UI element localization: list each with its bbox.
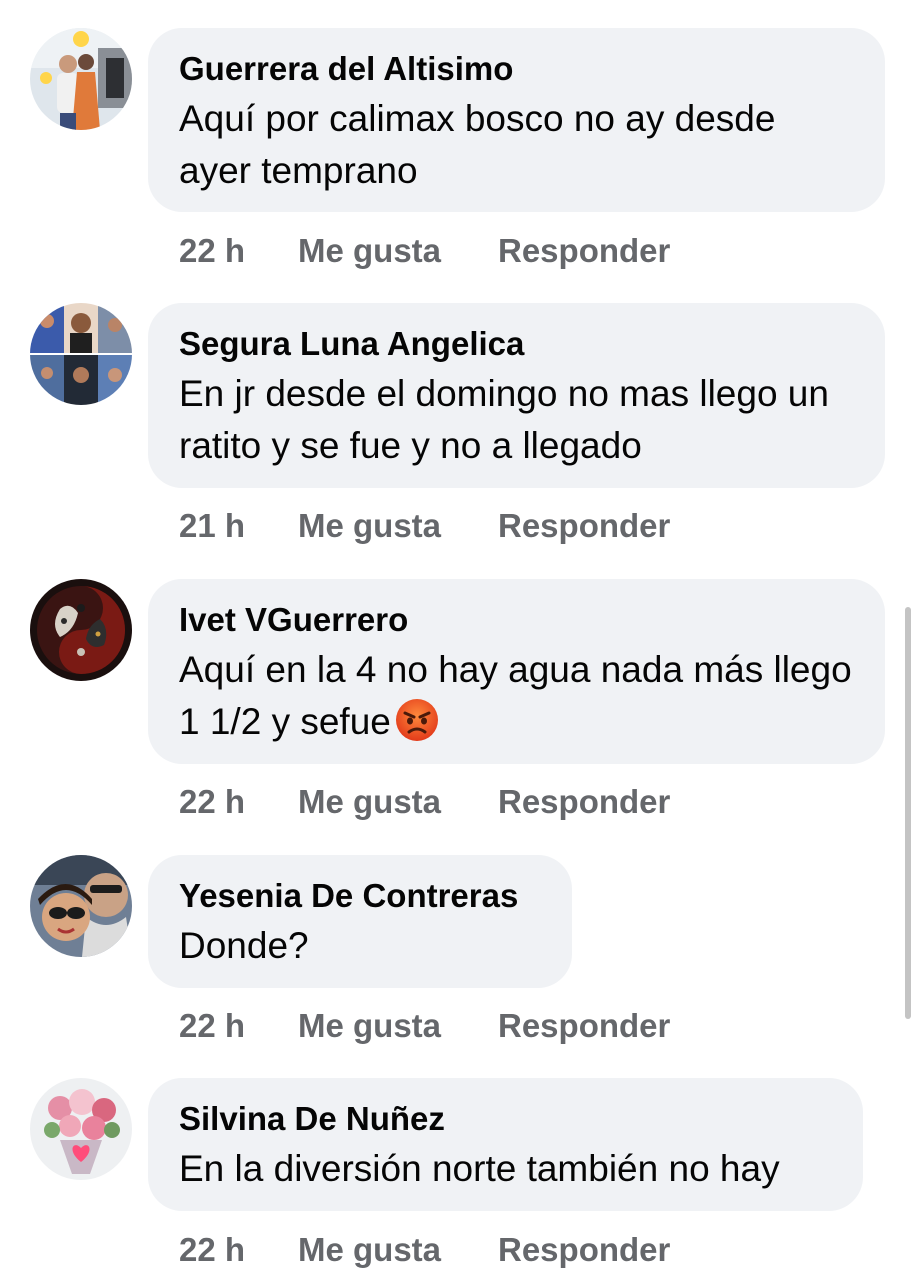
- comment-text: En la diversión norte también no hay: [179, 1148, 780, 1189]
- comment-author[interactable]: Segura Luna Angelica: [179, 325, 855, 363]
- comment-timestamp[interactable]: 22 h: [179, 782, 298, 822]
- like-button[interactable]: Me gusta: [298, 506, 498, 546]
- comment-bubble: Ivet VGuerrero Aquí en la 4 no hay agua …: [148, 579, 885, 764]
- comment-text-content: Aquí en la 4 no hay agua nada más llego …: [179, 649, 852, 742]
- avatar[interactable]: [30, 1078, 132, 1180]
- comment-text: Aquí en la 4 no hay agua nada más llego …: [179, 644, 855, 748]
- comment-bubble: Segura Luna Angelica En jr desde el domi…: [148, 303, 885, 488]
- selfie-couple-avatar: [30, 855, 132, 957]
- comment-author[interactable]: Ivet VGuerrero: [179, 601, 855, 639]
- comment-actions: 22 h Me gusta Responder: [179, 782, 670, 822]
- comment-text: Donde?: [179, 925, 309, 966]
- comment-bubble: Silvina De Nuñez En la diversión norte t…: [148, 1078, 863, 1211]
- avatar[interactable]: [30, 855, 132, 957]
- avatar[interactable]: [30, 303, 132, 405]
- lion-yin-yang-avatar: [30, 579, 132, 681]
- flower-bouquet-avatar: [30, 1078, 132, 1180]
- comment-actions: 22 h Me gusta Responder: [179, 231, 670, 271]
- comment-author[interactable]: Yesenia De Contreras: [179, 877, 542, 915]
- couple-photo-avatar: [30, 28, 132, 130]
- comment-actions: 22 h Me gusta Responder: [179, 1006, 670, 1046]
- comment-timestamp[interactable]: 22 h: [179, 1230, 298, 1270]
- comment-timestamp[interactable]: 21 h: [179, 506, 298, 546]
- reply-button[interactable]: Responder: [498, 506, 670, 546]
- comment-timestamp[interactable]: 22 h: [179, 1006, 298, 1046]
- collage-avatar: [30, 303, 132, 405]
- comment-actions: 21 h Me gusta Responder: [179, 506, 670, 546]
- comment-text: Aquí por calimax bosco no ay desde ayer …: [179, 98, 776, 191]
- reply-button[interactable]: Responder: [498, 231, 670, 271]
- scrollbar[interactable]: [905, 607, 911, 1019]
- like-button[interactable]: Me gusta: [298, 782, 498, 822]
- avatar[interactable]: [30, 28, 132, 130]
- like-button[interactable]: Me gusta: [298, 231, 498, 271]
- comment-actions: 22 h Me gusta Responder: [179, 1230, 670, 1270]
- reply-button[interactable]: Responder: [498, 1230, 670, 1270]
- comment-author[interactable]: Silvina De Nuñez: [179, 1100, 833, 1138]
- angry-face-icon: [395, 699, 438, 741]
- reply-button[interactable]: Responder: [498, 1006, 670, 1046]
- avatar[interactable]: [30, 579, 132, 681]
- comment-author[interactable]: Guerrera del Altisimo: [179, 50, 855, 88]
- comment-bubble: Guerrera del Altisimo Aquí por calimax b…: [148, 28, 885, 212]
- comment-timestamp[interactable]: 22 h: [179, 231, 298, 271]
- like-button[interactable]: Me gusta: [298, 1006, 498, 1046]
- comment-text: En jr desde el domingo no mas llego un r…: [179, 373, 829, 466]
- reply-button[interactable]: Responder: [498, 782, 670, 822]
- like-button[interactable]: Me gusta: [298, 1230, 498, 1270]
- comment-bubble: Yesenia De Contreras Donde?: [148, 855, 572, 988]
